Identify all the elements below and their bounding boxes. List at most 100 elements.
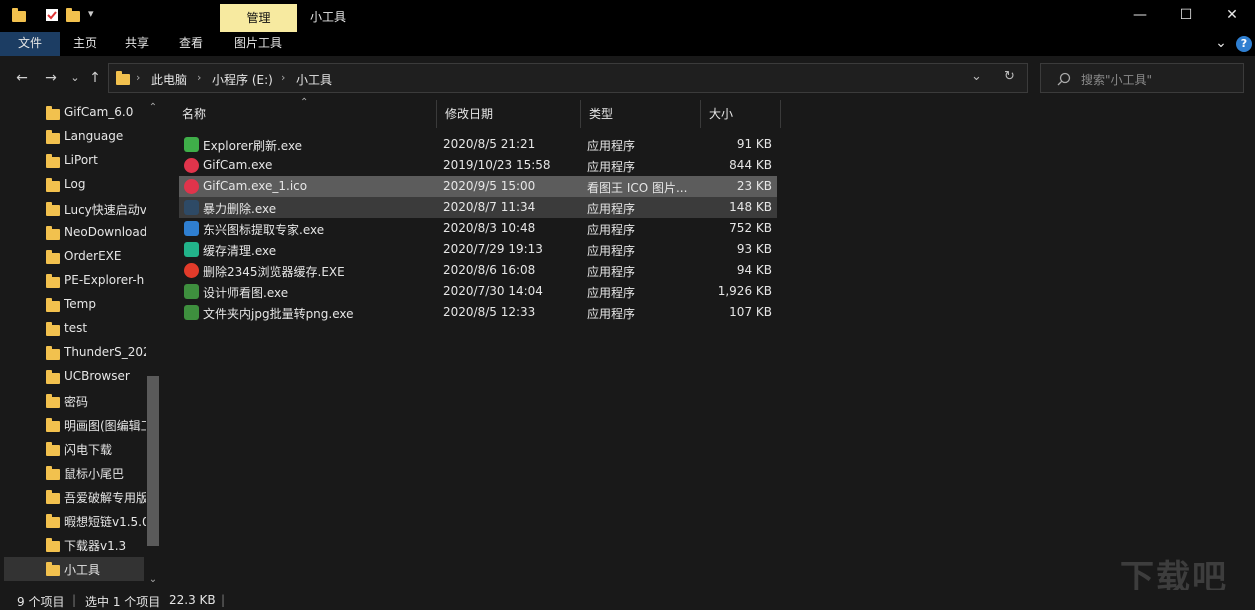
breadcrumb-this-pc[interactable]: 此电脑 [151,71,187,88]
scroll-down-icon[interactable]: ⌄ [147,574,159,585]
breadcrumb-drive[interactable]: 小程序 (E:) [212,71,273,88]
up-button[interactable]: ↑ [86,69,104,87]
item-count: 9 个项目 [17,593,64,610]
sidebar-item[interactable]: GifCam_6.0 [4,101,144,125]
properties-icon[interactable] [44,7,60,23]
file-name: 设计师看图.exe [203,284,443,301]
navigation-bar: ← → ⌄ ↑ › 此电脑 › 小程序 (E:) › 小工具 ⌄ ↻ 搜索"小工… [0,56,1255,100]
file-row[interactable]: GifCam.exe 2019/10/23 15:58 应用程序 844 KB [179,155,777,176]
refresh-icon[interactable]: ↻ [1004,69,1015,84]
tab-view[interactable]: 查看 [166,32,216,56]
sidebar-item[interactable]: NeoDownloader [4,221,144,245]
address-dropdown-icon[interactable]: ⌄ [971,69,982,84]
file-row[interactable]: Explorer刷新.exe 2020/8/5 21:21 应用程序 91 KB [179,134,777,155]
tab-manage[interactable]: 管理 [220,4,297,32]
forward-button[interactable]: → [42,69,60,87]
file-row[interactable]: 文件夹内jpg批量转png.exe 2020/8/5 12:33 应用程序 10… [179,302,777,323]
scrollbar-thumb[interactable] [147,376,159,546]
search-icon [1057,72,1071,86]
column-header-name[interactable]: 名称 [174,100,437,128]
sidebar-item[interactable]: 密码 [4,389,144,413]
breadcrumb-separator: › [281,71,285,84]
column-header-size[interactable]: 大小 [701,100,781,128]
file-name: 暴力删除.exe [203,200,443,217]
sidebar-item[interactable]: Log [4,173,144,197]
file-name: GifCam.exe [203,158,443,172]
file-row[interactable]: 缓存清理.exe 2020/7/29 19:13 应用程序 93 KB [179,239,777,260]
sidebar-item[interactable]: 吾爱破解专用版 [4,485,144,509]
sidebar-scrollbar[interactable]: ⌃ ⌄ [146,100,160,590]
help-icon[interactable]: ? [1236,36,1252,52]
sidebar-item-label: ThunderS_202 [64,345,146,359]
selected-size: 22.3 KB [169,593,216,607]
navigation-pane[interactable]: GifCam_6.0 Language LiPort Log Lucy快速启动v… [0,100,162,590]
maximize-button[interactable]: ☐ [1163,0,1209,32]
file-row-selected[interactable]: GifCam.exe_1.ico 2020/9/5 15:00 看图王 ICO … [179,176,777,197]
file-type: 应用程序 [587,221,697,238]
sidebar-item[interactable]: Temp [4,293,144,317]
sidebar-item[interactable]: test [4,317,144,341]
ribbon-tabs: 文件 主页 共享 查看 图片工具 ⌄ ? [0,32,1255,56]
file-size: 1,926 KB [699,284,772,298]
tab-share[interactable]: 共享 [112,32,162,56]
sidebar-item-label: 暇想短链v1.5.0 [64,513,146,530]
file-size: 93 KB [699,242,772,256]
file-row[interactable]: 设计师看图.exe 2020/7/30 14:04 应用程序 1,926 KB [179,281,777,302]
sidebar-item-label: 鼠标小尾巴 [64,465,146,482]
tab-picture-tools[interactable]: 图片工具 [222,32,294,56]
file-size: 23 KB [699,179,772,193]
file-type: 看图王 ICO 图片... [587,179,697,196]
breadcrumb-current-folder[interactable]: 小工具 [296,71,332,88]
file-type: 应用程序 [587,158,697,175]
sidebar-item[interactable]: 闪电下载 [4,437,144,461]
tab-home[interactable]: 主页 [60,32,110,56]
file-list[interactable]: ⌃ 名称 修改日期 类型 大小 Explorer刷新.exe 2020/8/5 … [170,100,1255,590]
sidebar-item-label: Lucy快速启动v [64,201,146,218]
new-folder-icon[interactable] [66,7,82,23]
folder-icon[interactable] [12,7,28,23]
file-name: 文件夹内jpg批量转png.exe [203,305,443,322]
file-date: 2020/9/5 15:00 [443,179,583,193]
file-size: 91 KB [699,137,772,151]
file-size: 107 KB [699,305,772,319]
sidebar-item[interactable]: LiPort [4,149,144,173]
recent-locations-button[interactable]: ⌄ [66,69,84,87]
sidebar-item[interactable]: Lucy快速启动v [4,197,144,221]
sidebar-item-label: Temp [64,297,146,311]
address-bar[interactable]: › 此电脑 › 小程序 (E:) › 小工具 ⌄ ↻ [108,63,1028,93]
file-row-hover[interactable]: 暴力删除.exe 2020/8/7 11:34 应用程序 148 KB [179,197,777,218]
file-row[interactable]: 删除2345浏览器缓存.EXE 2020/8/6 16:08 应用程序 94 K… [179,260,777,281]
sidebar-item-label: 明画图(图编辑工 [64,417,146,434]
sidebar-item[interactable]: 暇想短链v1.5.0 [4,509,144,533]
column-header-date[interactable]: 修改日期 [437,100,581,128]
file-size: 94 KB [699,263,772,277]
file-type: 应用程序 [587,263,697,280]
back-button[interactable]: ← [13,69,31,87]
breadcrumb-separator: › [197,71,201,84]
sidebar-item-label: 密码 [64,393,146,410]
sidebar-item[interactable]: UCBrowser [4,365,144,389]
sidebar-item-label: Language [64,129,146,143]
scroll-up-icon[interactable]: ⌃ [147,102,159,113]
sidebar-item[interactable]: PE-Explorer-h [4,269,144,293]
sidebar-item-label: UCBrowser [64,369,146,383]
app-icon [184,242,199,257]
file-row[interactable]: 东兴图标提取专家.exe 2020/8/3 10:48 应用程序 752 KB [179,218,777,239]
app-icon [184,200,199,215]
sidebar-item[interactable]: 明画图(图编辑工 [4,413,144,437]
sidebar-item[interactable]: ThunderS_202 [4,341,144,365]
sidebar-item[interactable]: 下载器v1.3 [4,533,144,557]
customize-quick-access-icon[interactable]: ▾ [88,7,104,23]
minimize-button[interactable]: — [1117,0,1163,32]
tab-file[interactable]: 文件 [0,32,60,56]
sidebar-item[interactable]: OrderEXE [4,245,144,269]
ribbon-collapse-icon[interactable]: ⌄ [1212,32,1230,56]
folder-icon [116,74,130,88]
sidebar-item[interactable]: 鼠标小尾巴 [4,461,144,485]
column-header-type[interactable]: 类型 [581,100,701,128]
sidebar-item[interactable]: Language [4,125,144,149]
search-input[interactable]: 搜索"小工具" [1040,63,1244,93]
sidebar-item-label: 吾爱破解专用版 [64,489,146,506]
sidebar-item-current[interactable]: 小工具 [4,557,144,581]
close-button[interactable]: ✕ [1209,0,1255,32]
